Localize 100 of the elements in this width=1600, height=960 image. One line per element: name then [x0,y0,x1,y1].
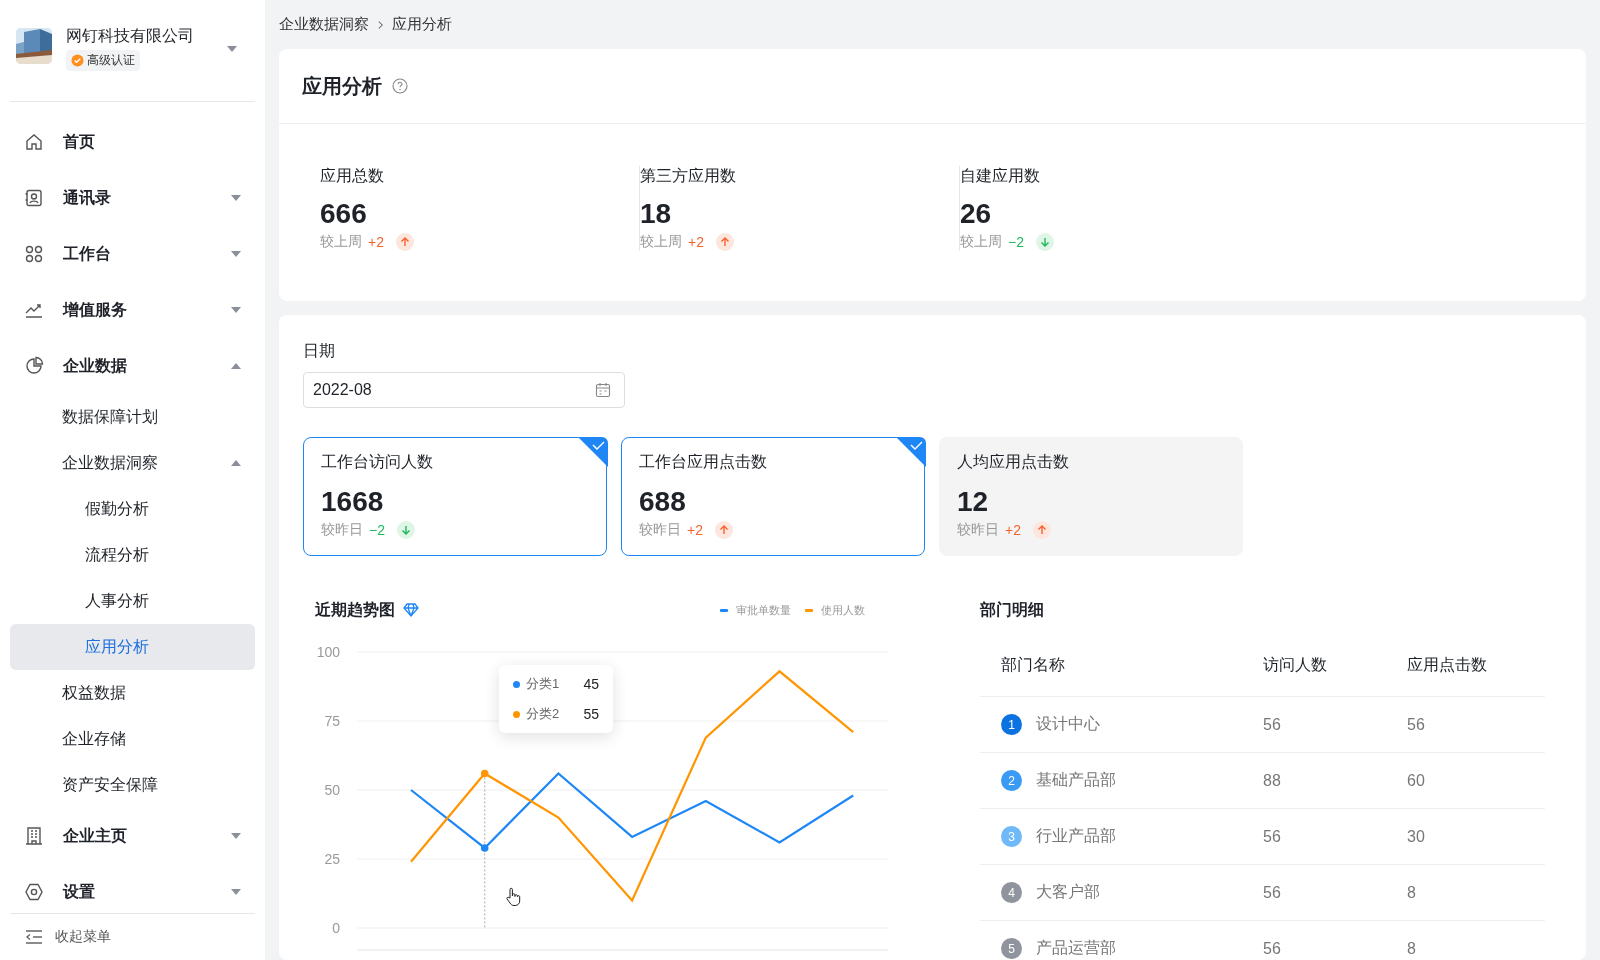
nav-item[interactable]: 数据保障计划 [10,394,255,440]
caret-icon [231,251,241,257]
nav-item[interactable]: 资产安全保障 [10,762,255,808]
badge-label: 高级认证 [87,52,135,69]
axis-label: 50 [324,782,340,798]
date-field[interactable]: 2022-08 [303,372,625,408]
caret-icon [231,195,241,201]
table-cell-text: 56 [1407,715,1426,734]
axis-label: 75 [324,713,340,729]
chart-title: 近期趋势图 [315,599,395,620]
metric-label: 人均应用点击数 [957,452,1070,472]
metric-card[interactable]: 工作台应用点击数 688 较昨日 +2 [621,437,925,556]
metric-card[interactable]: 工作台访问人数 1668 较昨日 −2 [303,437,607,556]
table-cell-text: 56 [1263,715,1282,734]
rank-badge: 4 [1001,882,1022,903]
column-header: 应用点击数 [1407,654,1488,675]
table-cell-text: 8 [1407,883,1417,902]
axis-label: 25 [324,851,340,867]
column-header: 部门名称 [1000,654,1066,675]
caret-icon [231,307,241,313]
page-title: 应用分析 [302,73,382,99]
metric-label: 工作台访问人数 [321,452,434,472]
compare-label: 较昨日 [957,520,999,539]
department-name: 大客户部 [1036,882,1100,902]
table-cell-text: 56 [1263,883,1282,902]
stat-value: 18 [640,197,673,231]
legend-item: 审批单数量 [720,602,791,618]
nav-item[interactable]: 企业数据 [10,338,255,394]
nav-item[interactable]: 工作台 [10,226,255,282]
rank-badge: 5 [1001,938,1022,959]
tooltip-label: 分类2 [526,705,561,723]
settings-icon [24,882,44,902]
selected-check-icon [895,436,926,467]
change-value: −2 [1008,233,1024,250]
compare-label: 较上周 [640,232,682,251]
compare-label: 较上周 [320,232,362,251]
metric-card[interactable]: 人均应用点击数 12 较昨日 +2 [939,437,1243,556]
table-cell-text: 56 [1263,939,1282,958]
nav-item[interactable]: 首页 [10,114,255,170]
stat-label: 应用总数 [320,166,385,186]
contact-card-icon [24,188,44,208]
nav-item[interactable]: 流程分析 [10,532,255,578]
change-value: +2 [368,233,384,250]
stat-label: 自建应用数 [960,166,1041,186]
table-cell-text: 8 [1407,939,1417,958]
caret-icon [231,460,241,466]
chevron-icon [377,19,384,30]
tooltip-value: 45 [583,676,599,692]
table-cell-text: 88 [1263,771,1282,790]
table-cell-text: 56 [1263,827,1282,846]
nav-item[interactable]: 企业数据洞察 [10,440,255,486]
breadcrumb-item[interactable]: 企业数据洞察 [279,15,369,34]
date-label: 日期 [303,341,336,361]
table-cell-text: 60 [1407,771,1426,790]
metric-value: 1668 [321,485,385,519]
change-value: +2 [688,233,704,250]
nav-item[interactable]: 增值服务 [10,282,255,338]
grid-icon [24,244,44,264]
compare-label: 较昨日 [639,520,681,539]
rank-badge: 1 [1001,714,1022,735]
change-value: −2 [369,521,385,538]
stat-value: 26 [960,197,993,231]
building-icon [24,826,44,846]
compare-label: 较上周 [960,232,1002,251]
home-icon [24,132,44,152]
nav-item[interactable]: 企业主页 [10,808,255,864]
stat-value: 666 [320,197,368,231]
department-name: 基础产品部 [1036,770,1116,790]
metric-label: 工作台应用点击数 [639,452,768,472]
pie-chart-icon [24,356,44,376]
rank-badge: 3 [1001,826,1022,847]
nav-item[interactable]: 人事分析 [10,578,255,624]
nav-item[interactable]: 企业存储 [10,716,255,762]
caret-icon[interactable] [227,46,237,52]
data-point[interactable] [480,769,489,778]
department-name: 设计中心 [1036,714,1100,734]
check-badge-icon [71,54,84,67]
selected-check-icon [577,436,608,467]
metric-value: 12 [957,485,990,519]
nav-item[interactable]: 通讯录 [10,170,255,226]
calendar-icon [595,382,611,398]
department-name: 产品运营部 [1036,938,1116,958]
collapse-icon [25,930,43,944]
change-value: +2 [1005,521,1021,538]
nav-item[interactable]: 假勤分析 [10,486,255,532]
hand-cursor-icon [505,887,521,907]
help-icon[interactable] [392,78,408,94]
metric-value: 688 [639,485,687,519]
rank-badge: 2 [1001,770,1022,791]
change-value: +2 [687,521,703,538]
nav-item[interactable]: 权益数据 [10,670,255,716]
axis-label: 100 [316,644,340,660]
diamond-icon [403,603,419,617]
company-name: 网钉科技有限公司 [66,26,195,46]
nav-item[interactable]: 应用分析 [10,624,255,670]
tooltip-value: 55 [583,706,599,722]
data-point[interactable] [480,844,489,852]
stat-label: 第三方应用数 [640,166,737,186]
caret-icon [231,833,241,839]
axis-label: 0 [332,920,340,936]
